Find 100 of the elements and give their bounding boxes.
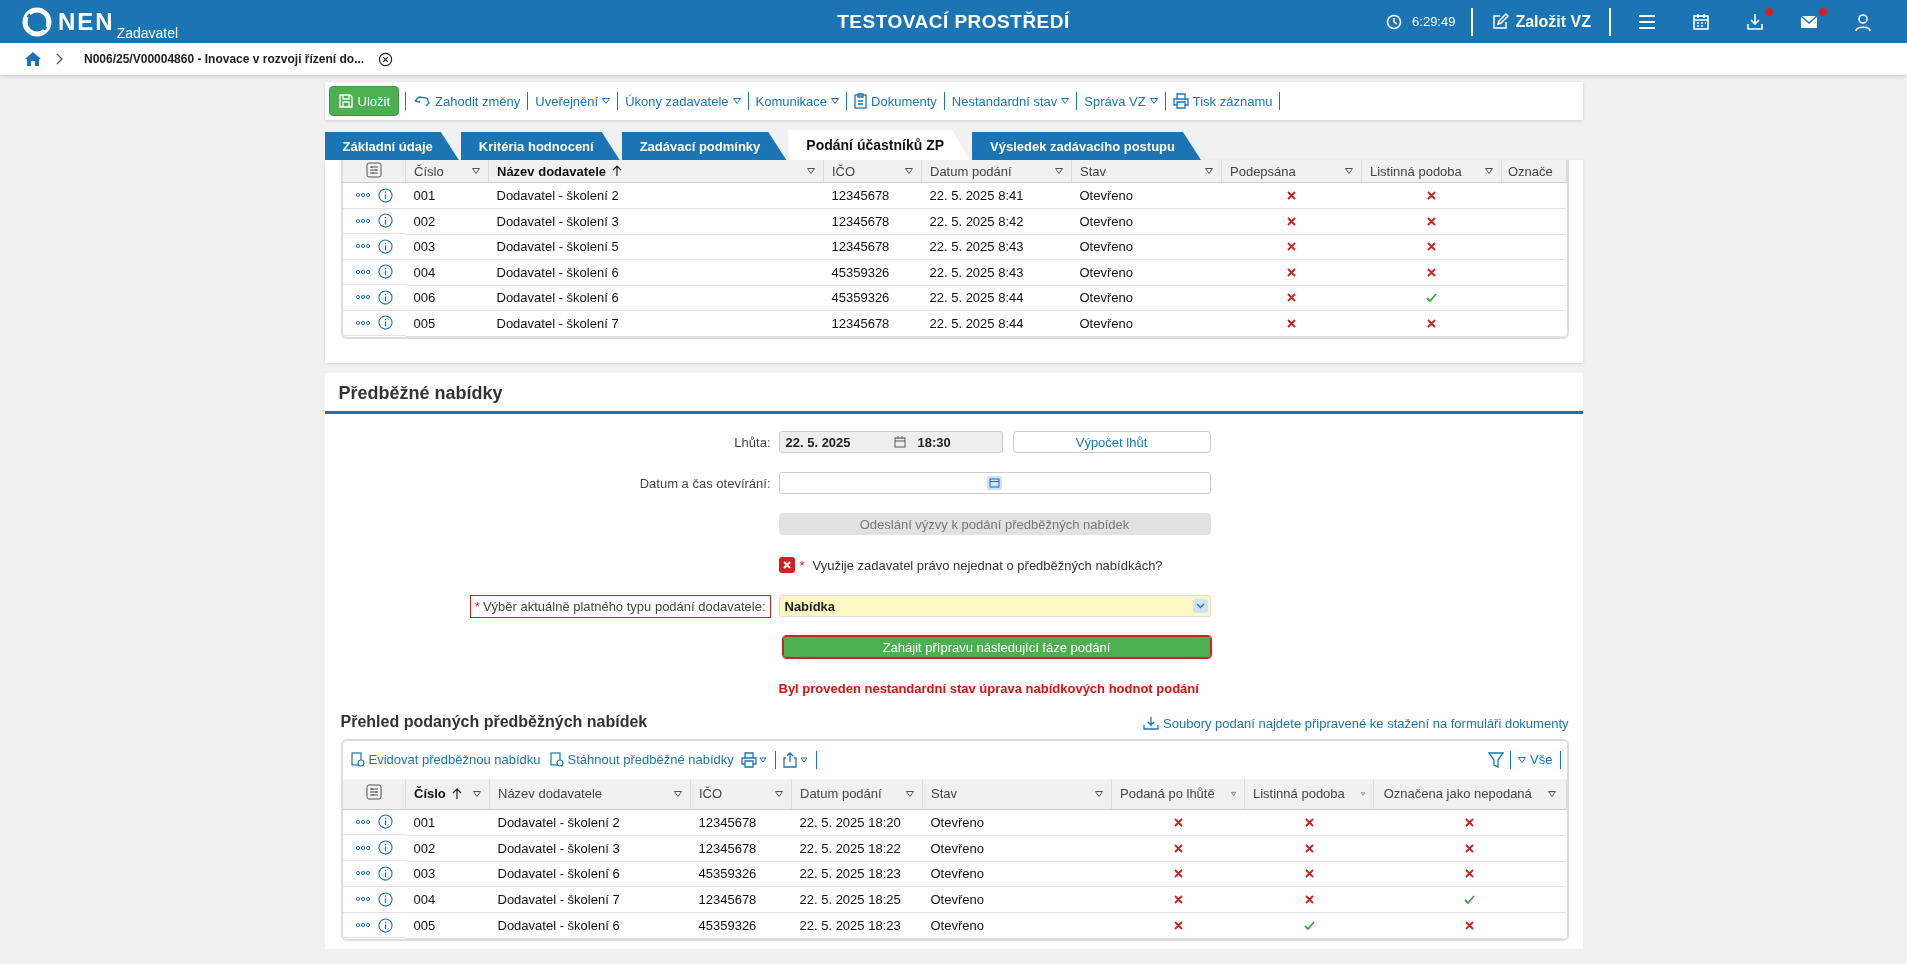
column-header[interactable]: Název dodavatele	[489, 778, 691, 809]
info-icon[interactable]	[377, 264, 393, 280]
more-icon[interactable]	[355, 192, 370, 199]
toolbar-link[interactable]: Uveřejnění	[534, 93, 612, 109]
date-input-field[interactable]	[778, 472, 1211, 494]
calendar-icon[interactable]	[987, 476, 1002, 490]
column-header[interactable]: Stav	[922, 778, 1112, 809]
filter-caret-icon[interactable]	[472, 168, 480, 174]
table-title: Přehled podaných předběžných nabídek	[340, 712, 648, 731]
calculate-button[interactable]: Výpočet lhůt	[1012, 431, 1211, 453]
create-button[interactable]: Založit VZ	[1487, 10, 1595, 33]
more-icon[interactable]	[355, 243, 370, 250]
more-icon[interactable]	[355, 896, 370, 903]
toolbar-link[interactable]: Komunikace	[754, 93, 841, 109]
filter-caret-icon[interactable]	[1055, 168, 1063, 174]
column-header[interactable]: Označena jako nepodaná	[1373, 778, 1566, 809]
tab[interactable]: Zadávací podmínky	[621, 132, 787, 160]
info-icon[interactable]	[377, 891, 393, 907]
user-icon	[1853, 11, 1873, 32]
close-icon[interactable]	[378, 51, 394, 67]
filter-caret-icon[interactable]	[1485, 168, 1493, 174]
info-icon[interactable]	[377, 814, 393, 830]
tab[interactable]: Kritéria hodnocení	[460, 132, 620, 160]
undo-icon	[413, 94, 431, 108]
settings-icon[interactable]	[365, 161, 382, 178]
column-header[interactable]: Stav	[1071, 160, 1222, 183]
filter-caret-icon[interactable]	[1345, 168, 1353, 174]
column-header[interactable]: Datum podání	[921, 160, 1072, 183]
deadline-field[interactable]: 22. 5. 2025 18:30	[778, 431, 1003, 453]
info-icon[interactable]	[377, 917, 393, 933]
toolbar-link[interactable]: Tisk záznamu	[1171, 93, 1274, 109]
info-icon[interactable]	[377, 289, 393, 305]
more-icon[interactable]	[355, 870, 370, 877]
table-cell: 22. 5. 2025 8:44	[921, 285, 1072, 311]
filter-caret-icon[interactable]	[1230, 790, 1236, 797]
toolbar-link[interactable]: Nestandardní stav	[950, 93, 1071, 109]
documents-link[interactable]: Soubory podaní najdete připravené ke stažení na formuláři dokumenty	[1143, 715, 1569, 731]
environment-title: TESTOVACÍ PROSTŘEDÍ	[836, 10, 1071, 33]
breadcrumb-title[interactable]: N006/25/V00004860 - Inovace v rozvoji řízení do...	[84, 52, 365, 66]
toolbar-link[interactable]: Úkony zadavatele	[624, 93, 742, 109]
home-icon[interactable]	[24, 51, 42, 67]
more-icon[interactable]	[355, 294, 370, 301]
type-select[interactable]: Nabídka	[778, 595, 1211, 617]
column-settings-header[interactable]	[342, 778, 406, 809]
column-header[interactable]: Datum podání	[791, 778, 923, 809]
filter-caret-icon[interactable]	[1095, 790, 1103, 797]
info-icon[interactable]	[377, 187, 393, 203]
more-icon[interactable]	[355, 818, 370, 825]
dropdown-icon[interactable]	[1192, 599, 1208, 613]
save-button[interactable]: Uložit	[328, 86, 399, 116]
column-header[interactable]: IČO	[823, 160, 922, 183]
column-header[interactable]: Číslo	[405, 778, 490, 809]
filter-caret-icon[interactable]	[807, 168, 815, 174]
more-icon[interactable]	[355, 844, 370, 851]
column-header[interactable]: Podepsána	[1221, 160, 1362, 183]
print-icon[interactable]	[740, 751, 769, 768]
table-cell: Dodavatel - školení 2	[489, 809, 691, 836]
toolbar-link[interactable]: Dokumenty	[853, 93, 938, 109]
filter-caret-icon[interactable]	[775, 790, 783, 797]
table-cell: 002	[405, 208, 489, 234]
column-header[interactable]: Číslo	[405, 160, 489, 183]
filter-caret-icon[interactable]	[906, 790, 914, 797]
more-icon[interactable]	[355, 268, 370, 275]
column-header[interactable]: Označe	[1501, 160, 1566, 183]
filter-caret-icon[interactable]	[473, 790, 481, 797]
filter-caret-icon[interactable]	[1547, 790, 1556, 797]
table-action-link[interactable]: Evidovat předběžnou nabídku	[348, 752, 542, 767]
info-icon[interactable]	[377, 866, 393, 881]
column-header[interactable]: Název dodavatele	[488, 160, 824, 183]
table-cell: 12345678	[690, 809, 792, 836]
info-icon[interactable]	[377, 238, 393, 254]
export-icon[interactable]	[781, 751, 810, 768]
filter-caret-icon[interactable]	[905, 168, 913, 174]
table-cell: 22. 5. 2025 18:22	[791, 835, 923, 862]
tab[interactable]: Výsledek zadávacího postupu	[972, 132, 1201, 160]
filter-icon[interactable]	[1488, 751, 1505, 768]
table-cell: Otevřeno	[1071, 234, 1222, 260]
filter-caret-icon[interactable]	[1205, 168, 1213, 174]
calendar-icon	[1691, 11, 1711, 32]
column-header[interactable]: Podaná po lhůtě	[1111, 778, 1245, 809]
tab[interactable]: Základní údaje	[324, 132, 459, 160]
calendar-icon[interactable]	[893, 436, 906, 448]
info-icon[interactable]	[377, 315, 393, 331]
filter-caret-icon[interactable]	[674, 790, 682, 797]
toolbar-link[interactable]: Správa VZ	[1083, 93, 1159, 109]
column-header[interactable]: IČO	[690, 778, 792, 809]
toolbar-link[interactable]: Zahodit změny	[412, 93, 522, 109]
filter-dropdown[interactable]: Vše	[1517, 752, 1554, 767]
column-header[interactable]: Listinná podoba	[1361, 160, 1502, 183]
more-icon[interactable]	[355, 922, 370, 929]
more-icon[interactable]	[355, 319, 370, 326]
info-icon[interactable]	[377, 840, 393, 856]
tab[interactable]: Podání účastníků ZP	[788, 130, 971, 160]
more-icon[interactable]	[355, 217, 370, 224]
table-cell: 22. 5. 2025 8:43	[921, 234, 1072, 260]
table-action-link[interactable]: Stáhnout předběžné nabídky	[547, 752, 735, 767]
start-next-phase-button[interactable]: Zahájit přípravu následující fáze podání	[782, 636, 1211, 658]
settings-icon[interactable]	[365, 784, 382, 800]
column-header[interactable]: Listinná podoba	[1244, 778, 1374, 809]
info-icon[interactable]	[377, 213, 393, 229]
